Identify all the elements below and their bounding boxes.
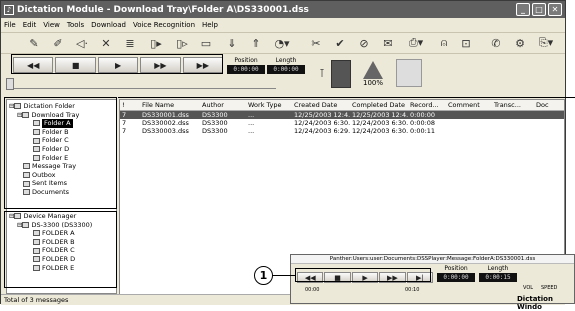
window-title: Dictation Module - Download Tray\Folder … (17, 4, 309, 15)
mail-icon[interactable]: ✉ (379, 35, 397, 51)
zoom-control[interactable]: 100% (361, 59, 385, 89)
col-work-type[interactable]: Work Type (246, 101, 292, 109)
col-file-name[interactable]: File Name (140, 101, 200, 109)
folder-icon[interactable]: ▭ (197, 35, 215, 51)
menu-download[interactable]: Download (91, 21, 126, 29)
mac-time-start: 00:00 (305, 287, 320, 293)
mac-speed-label: SPEED (541, 285, 558, 291)
insert-icon[interactable]: ◁· (73, 35, 91, 51)
col-doc[interactable]: Doc (534, 101, 564, 109)
mac-position-display: Position 0:00:00 (437, 265, 475, 282)
menu-help[interactable]: Help (202, 21, 218, 29)
mac-window-title: Panther:Users:user:Documents:DSSPlayer:M… (291, 255, 574, 264)
dictation-tree-highlight-box (4, 97, 117, 209)
menu-edit[interactable]: Edit (23, 21, 37, 29)
close-button[interactable]: ✕ (548, 3, 562, 16)
callout-leader-line (270, 275, 295, 276)
list-highlight-line (118, 97, 575, 98)
mac-dictation-label: Dictation Windo (517, 295, 553, 311)
col-created-date[interactable]: Created Date (292, 101, 350, 109)
camera-icon[interactable]: ⊡ (457, 35, 475, 51)
list-icon[interactable]: ≣ (121, 35, 139, 51)
mac-time-mid: 00:10 (405, 287, 420, 293)
speed-icon[interactable] (396, 59, 422, 87)
table-row[interactable]: 7 DS330001.dss DS3300... 12/25/2003 12:4...… (120, 111, 564, 119)
volume-icon[interactable] (331, 60, 351, 88)
title-bar: ♪ Dictation Module - Download Tray\Folde… (1, 1, 565, 18)
menu-bar: File Edit View Tools Download Voice Reco… (1, 18, 565, 32)
menu-view[interactable]: View (43, 21, 60, 29)
marker-icon[interactable]: ⊺ (313, 65, 331, 81)
mac-transport-highlight-box (295, 268, 431, 282)
menu-voice-recognition[interactable]: Voice Recognition (133, 21, 195, 29)
zoom-icon (363, 61, 383, 79)
device-tree-highlight-box (4, 211, 117, 288)
menu-tools[interactable]: Tools (67, 21, 84, 29)
playback-slider[interactable] (6, 78, 276, 90)
voice-icon[interactable]: ⍝ (435, 35, 453, 51)
index-icon[interactable]: ▯▸ (147, 35, 165, 51)
app-icon: ♪ (4, 4, 14, 15)
mac-vol-label: VOL (523, 285, 534, 291)
menu-file[interactable]: File (4, 21, 16, 29)
print-icon[interactable]: ⎙▾ (407, 35, 425, 51)
callout-number: 1 (254, 266, 273, 285)
table-row[interactable]: 7 DS330002.dss DS3300... 12/24/2003 6:30...… (120, 119, 564, 127)
slider-thumb[interactable] (6, 78, 14, 90)
device-icon[interactable]: ⎘▾ (537, 35, 555, 51)
file-list-header: ! File Name Author Work Type Created Dat… (120, 100, 564, 111)
phone-icon[interactable]: ✆ (487, 35, 505, 51)
record-icon[interactable]: ✎ (25, 35, 43, 51)
table-row[interactable]: 7 DS330003.dss DS3300... 12/24/2003 6:29...… (120, 127, 564, 135)
col-author[interactable]: Author (200, 101, 246, 109)
download-icon[interactable]: ⇓ (223, 35, 241, 51)
delete-icon[interactable]: ✕ (97, 35, 115, 51)
col-completed-date[interactable]: Completed Date (350, 101, 408, 109)
mac-length-display: Length 0:00:15 (479, 265, 517, 282)
col-transcription[interactable]: Transc... (492, 101, 534, 109)
position-display: Position 0:00:00 (227, 57, 265, 74)
cut-icon[interactable]: ✂ (307, 35, 325, 51)
col-priority[interactable]: ! (120, 101, 140, 109)
upload-icon[interactable]: ⇑ (247, 35, 265, 51)
index2-icon[interactable]: ▯▹ (173, 35, 191, 51)
check-icon[interactable]: ✔ (331, 35, 349, 51)
send-icon[interactable]: ◔▾ (273, 35, 291, 51)
length-display: Length 0:00:00 (267, 57, 305, 74)
col-record[interactable]: Record... (408, 101, 446, 109)
maximize-button[interactable]: □ (532, 3, 546, 16)
block-icon[interactable]: ⊘ (355, 35, 373, 51)
col-comment[interactable]: Comment (446, 101, 492, 109)
edit-icon[interactable]: ✐ (49, 35, 67, 51)
minimize-button[interactable]: _ (516, 3, 530, 16)
settings-icon[interactable]: ⚙ (511, 35, 529, 51)
main-toolbar: ✎ ✐ ◁· ✕ ≣ ▯▸ ▯▹ ▭ ⇓ ⇑ ◔▾ ✂ ✔ ⊘ ✉ ⎙▾ ⍝ ⊡… (1, 32, 565, 54)
transport-highlight-box (11, 54, 223, 74)
